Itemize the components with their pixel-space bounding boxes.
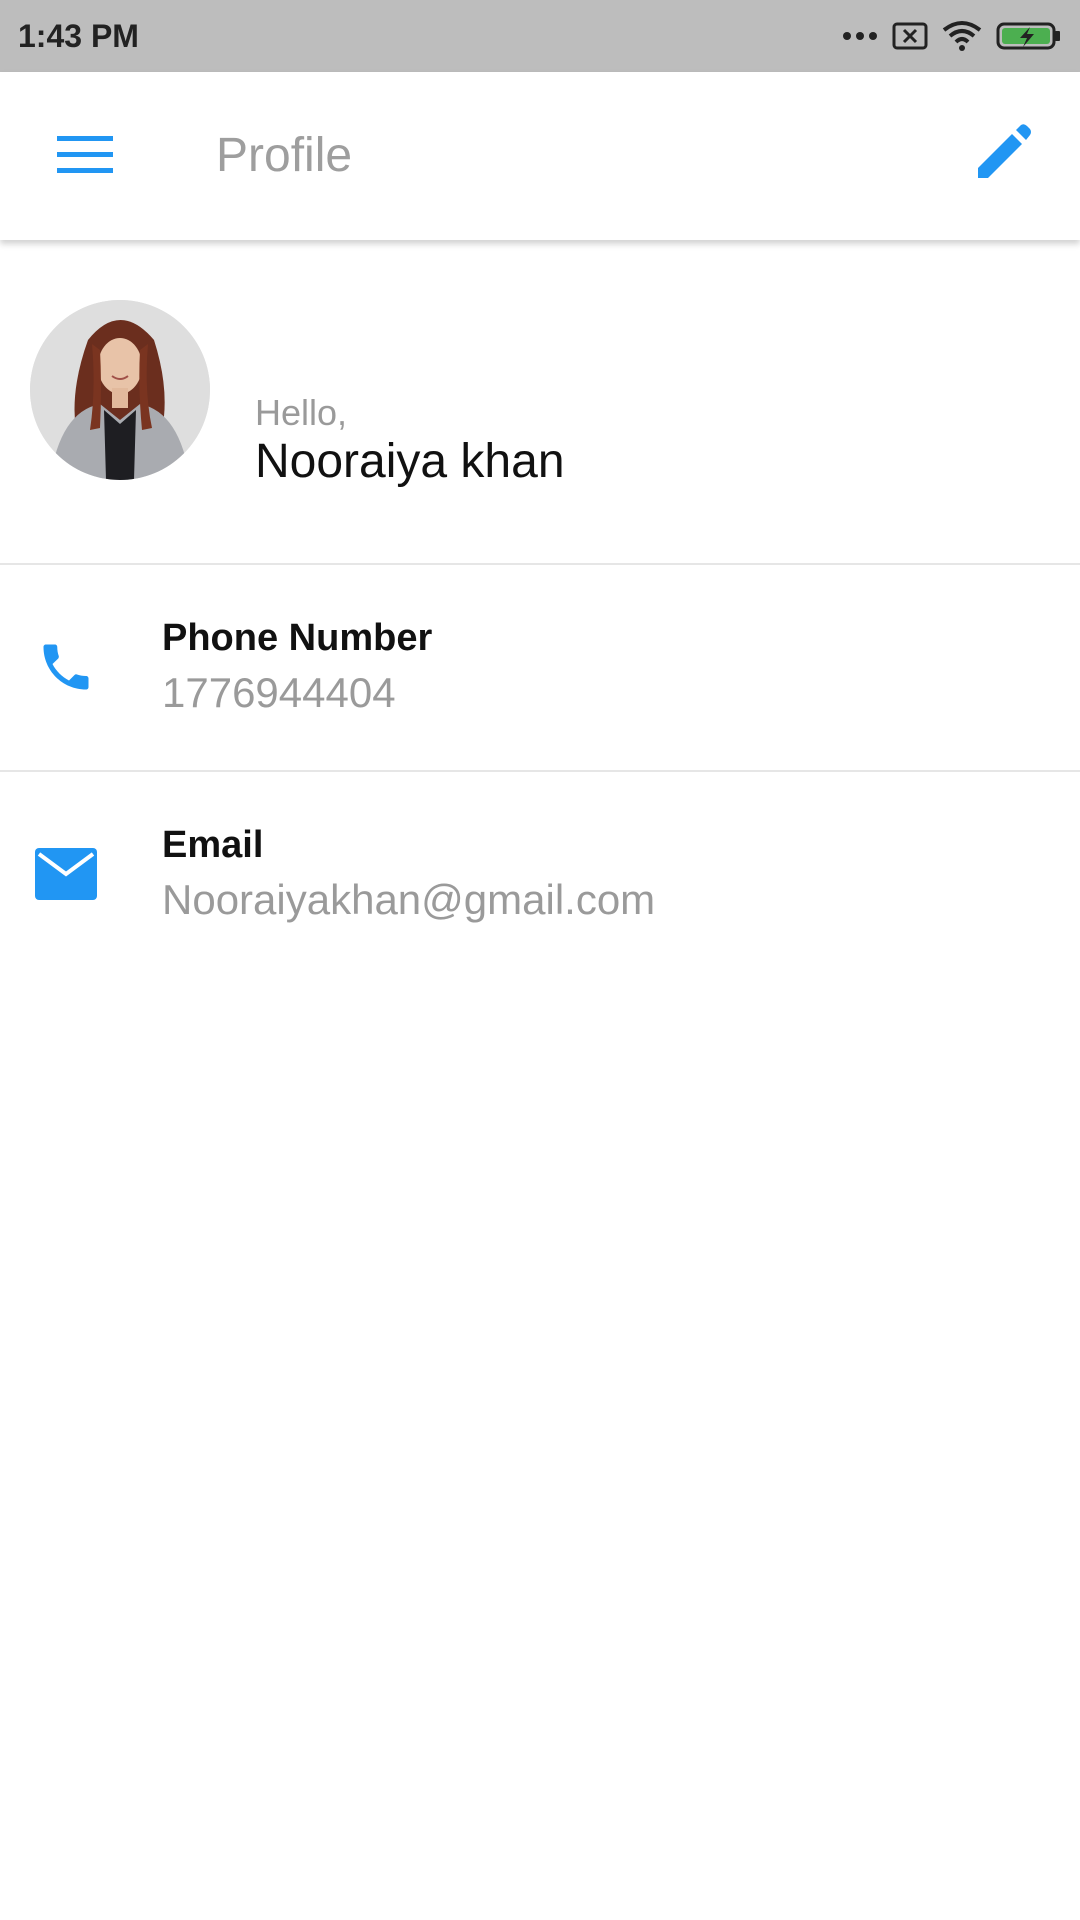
app-bar: Profile: [0, 72, 1080, 240]
email-value: Nooraiyakhan@gmail.com: [162, 876, 656, 923]
greeting-text: Hello,: [255, 392, 348, 433]
hamburger-menu-icon: [57, 134, 113, 179]
page-title: Profile: [216, 129, 353, 182]
status-time: 1:43 PM: [18, 17, 139, 54]
email-icon: [34, 842, 98, 906]
user-name: Nooraiya khan: [255, 435, 565, 488]
status-bar: 1:43 PM: [0, 0, 1080, 72]
battery-charging-icon: [996, 21, 1062, 51]
more-dots-icon: [842, 30, 878, 42]
pencil-edit-icon: [972, 123, 1032, 189]
email-row[interactable]: Email Nooraiyakhan@gmail.com: [0, 772, 1080, 978]
edit-profile-button[interactable]: [962, 116, 1042, 196]
phone-label: Phone Number: [162, 617, 433, 659]
profile-header: Hello, Nooraiya khan: [0, 240, 1080, 564]
status-icons: [842, 20, 1062, 52]
wifi-icon: [942, 20, 982, 52]
email-label: Email: [162, 824, 264, 866]
phone-icon: [34, 635, 98, 699]
avatar[interactable]: [30, 300, 210, 480]
phone-value: 1776944404: [162, 669, 396, 716]
sim-no-signal-icon: [892, 22, 928, 50]
menu-button[interactable]: [46, 126, 124, 186]
phone-row[interactable]: Phone Number 1776944404: [0, 565, 1080, 771]
